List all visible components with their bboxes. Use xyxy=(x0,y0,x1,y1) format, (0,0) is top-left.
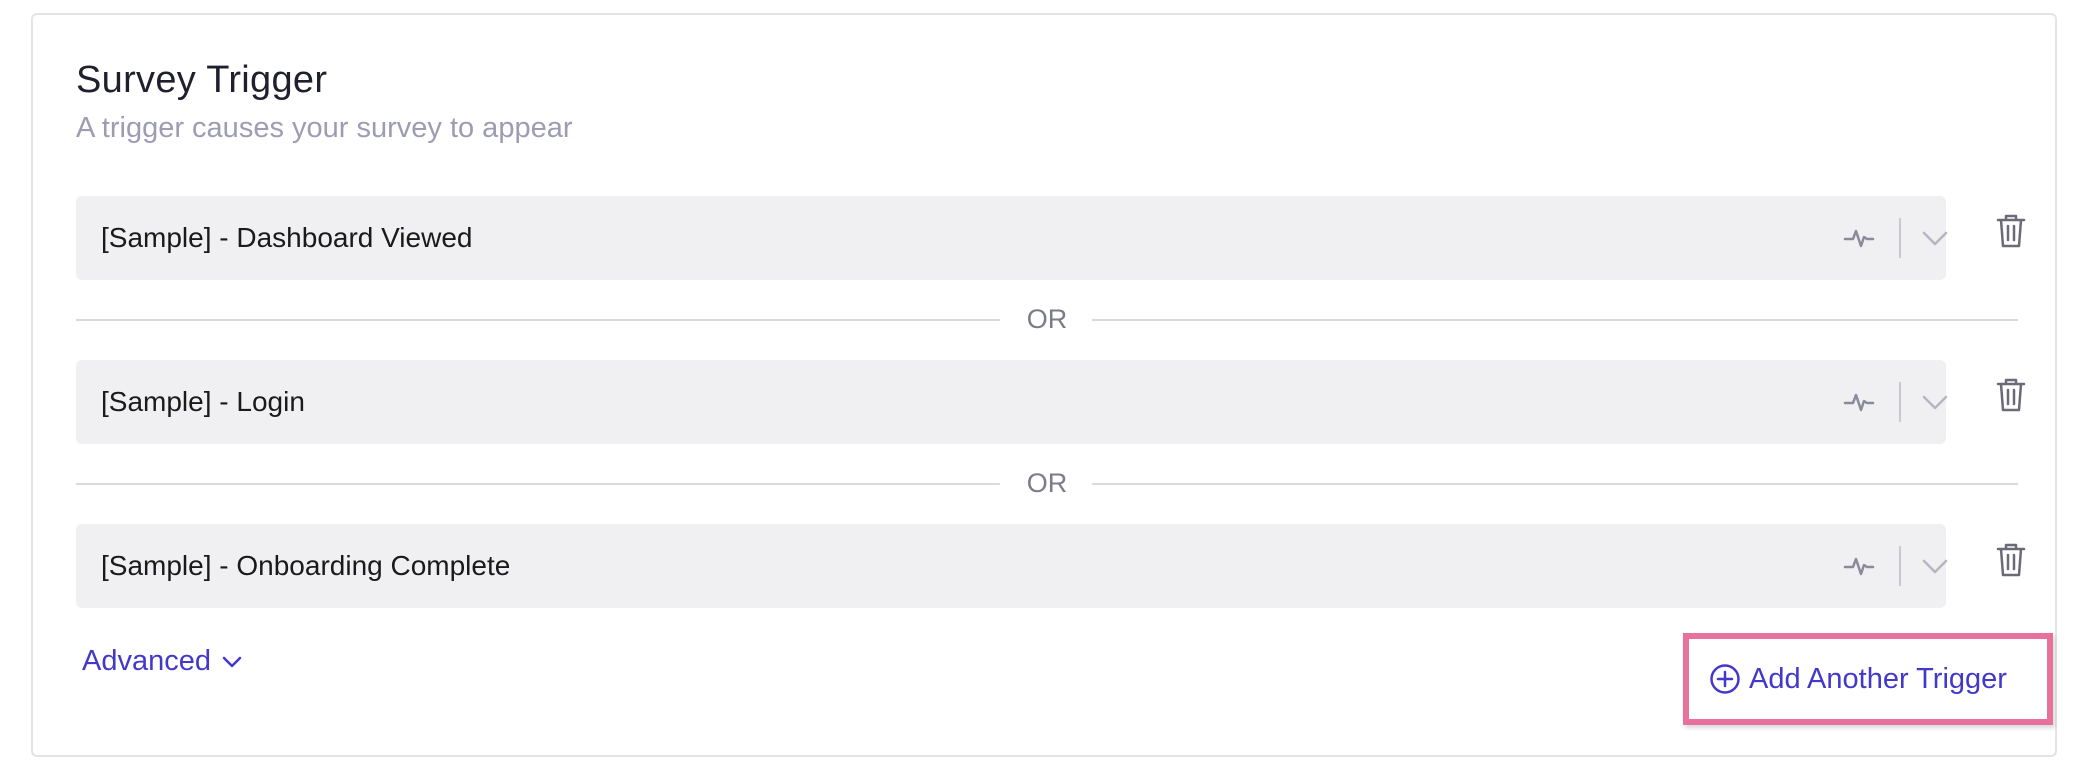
trigger-select[interactable]: [Sample] - Onboarding Complete xyxy=(76,524,1948,608)
plus-circle-icon xyxy=(1710,664,1740,694)
select-divider xyxy=(1899,382,1901,422)
chevron-down-icon xyxy=(222,656,242,667)
panel-title: Survey Trigger xyxy=(76,59,328,101)
trash-icon[interactable] xyxy=(1996,378,2026,412)
activity-icon xyxy=(1843,557,1875,576)
select-divider xyxy=(1899,546,1901,586)
chevron-down-icon[interactable] xyxy=(1920,552,1950,580)
or-separator: OR xyxy=(76,468,2018,498)
chevron-down-icon[interactable] xyxy=(1920,224,1950,252)
trigger-select-value: [Sample] - Login xyxy=(101,386,305,417)
select-divider xyxy=(1899,218,1901,258)
advanced-toggle[interactable]: Advanced xyxy=(82,645,243,678)
add-another-trigger-button[interactable]: Add Another Trigger xyxy=(1709,639,2007,719)
trigger-select-value: [Sample] - Onboarding Complete xyxy=(101,550,511,581)
advanced-label: Advanced xyxy=(82,645,211,677)
chevron-down-icon[interactable] xyxy=(1920,388,1950,416)
add-trigger-highlight: Add Another Trigger xyxy=(1683,633,2053,725)
trash-icon[interactable] xyxy=(1996,214,2026,248)
add-another-trigger-label: Add Another Trigger xyxy=(1749,662,2007,695)
trigger-select[interactable]: [Sample] - Login xyxy=(76,360,1948,444)
trigger-select-value: [Sample] - Dashboard Viewed xyxy=(101,222,473,253)
trash-icon[interactable] xyxy=(1996,543,2026,577)
trigger-select[interactable]: [Sample] - Dashboard Viewed xyxy=(76,196,1948,280)
survey-trigger-panel: Survey Trigger A trigger causes your sur… xyxy=(31,13,2057,757)
activity-icon xyxy=(1843,393,1875,412)
panel-subtitle: A trigger causes your survey to appear xyxy=(76,112,573,144)
or-separator: OR xyxy=(76,304,2018,334)
activity-icon xyxy=(1843,229,1875,248)
